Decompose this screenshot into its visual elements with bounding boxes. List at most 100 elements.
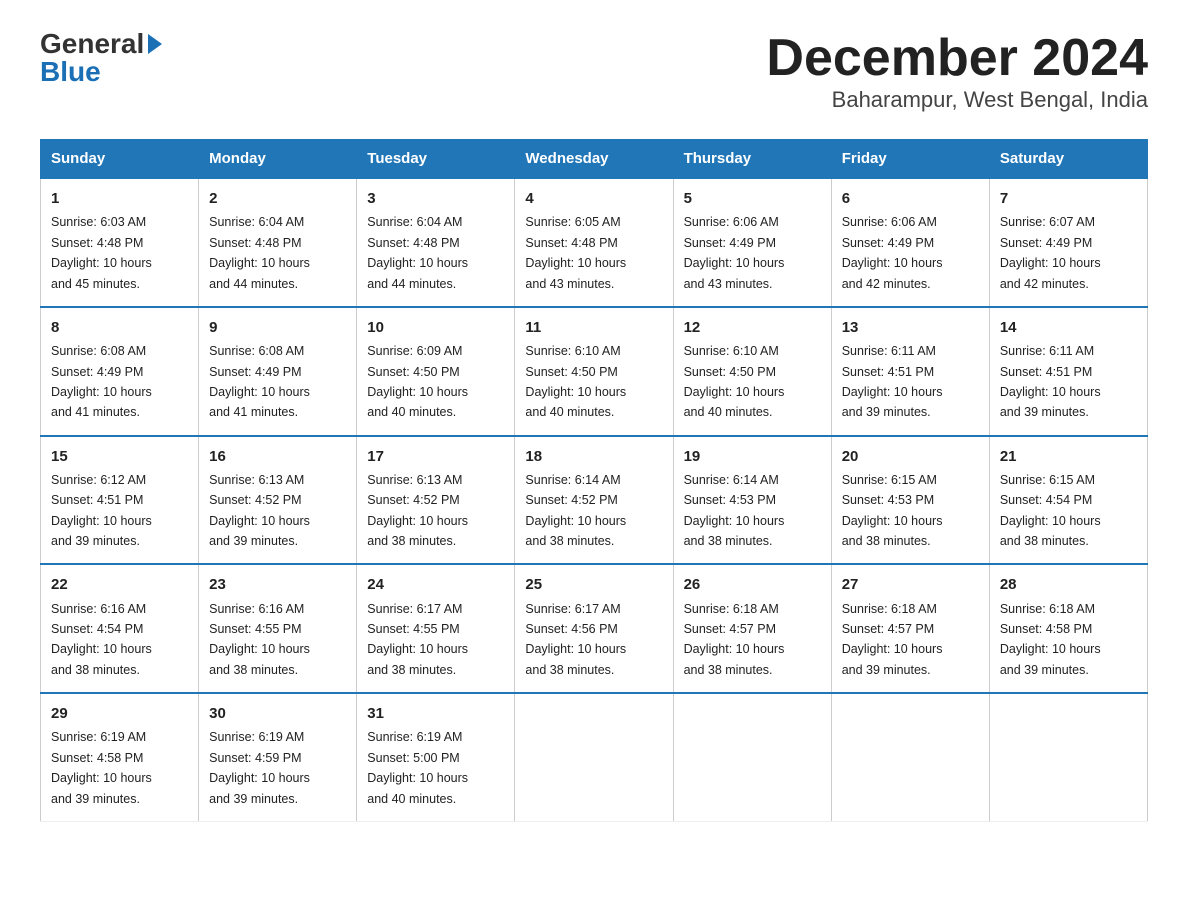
calendar-cell: 19 Sunrise: 6:14 AM Sunset: 4:53 PM Dayli… — [673, 436, 831, 565]
calendar-cell: 17 Sunrise: 6:13 AM Sunset: 4:52 PM Dayli… — [357, 436, 515, 565]
logo: General Blue — [40, 30, 162, 86]
calendar-cell: 16Sunrise: 6:13 AM Sunset: 4:52 PM Dayli… — [199, 436, 357, 565]
day-info: Sunrise: 6:12 AM Sunset: 4:51 PM Dayligh… — [51, 473, 152, 548]
day-number: 24 — [367, 573, 504, 596]
calendar-cell: 27 Sunrise: 6:18 AM Sunset: 4:57 PM Dayli… — [831, 564, 989, 693]
calendar-cell: 24 Sunrise: 6:17 AM Sunset: 4:55 PM Dayli… — [357, 564, 515, 693]
day-info: Sunrise: 6:17 AM Sunset: 4:56 PM Dayligh… — [525, 602, 626, 677]
day-number: 4 — [525, 187, 662, 210]
column-header-wednesday: Wednesday — [515, 140, 673, 179]
day-info: Sunrise: 6:16 AM Sunset: 4:54 PM Dayligh… — [51, 602, 152, 677]
day-number: 13 — [842, 316, 979, 339]
day-info: Sunrise: 6:04 AM Sunset: 4:48 PM Dayligh… — [367, 215, 468, 290]
calendar-cell — [515, 693, 673, 821]
calendar-cell — [989, 693, 1147, 821]
day-number: 30 — [209, 702, 346, 725]
day-info: Sunrise: 6:06 AM Sunset: 4:49 PM Dayligh… — [684, 215, 785, 290]
day-number: 15 — [51, 445, 188, 468]
day-info: Sunrise: 6:08 AM Sunset: 4:49 PM Dayligh… — [209, 344, 310, 419]
day-number: 9 — [209, 316, 346, 339]
day-info: Sunrise: 6:14 AM Sunset: 4:53 PM Dayligh… — [684, 473, 785, 548]
calendar-cell: 23 Sunrise: 6:16 AM Sunset: 4:55 PM Dayli… — [199, 564, 357, 693]
calendar-header-row: SundayMondayTuesdayWednesdayThursdayFrid… — [41, 140, 1148, 179]
day-info: Sunrise: 6:18 AM Sunset: 4:57 PM Dayligh… — [842, 602, 943, 677]
day-info: Sunrise: 6:19 AM Sunset: 5:00 PM Dayligh… — [367, 730, 468, 805]
day-number: 21 — [1000, 445, 1137, 468]
calendar-cell: 20Sunrise: 6:15 AM Sunset: 4:53 PM Dayli… — [831, 436, 989, 565]
day-info: Sunrise: 6:09 AM Sunset: 4:50 PM Dayligh… — [367, 344, 468, 419]
calendar-cell: 10 Sunrise: 6:09 AM Sunset: 4:50 PM Dayli… — [357, 307, 515, 436]
day-info: Sunrise: 6:16 AM Sunset: 4:55 PM Dayligh… — [209, 602, 310, 677]
calendar-cell: 25 Sunrise: 6:17 AM Sunset: 4:56 PM Dayli… — [515, 564, 673, 693]
calendar-week-row: 15 Sunrise: 6:12 AM Sunset: 4:51 PM Dayli… — [41, 436, 1148, 565]
title-block: December 2024 Baharampur, West Bengal, I… — [766, 30, 1148, 129]
day-info: Sunrise: 6:14 AM Sunset: 4:52 PM Dayligh… — [525, 473, 626, 548]
day-info: Sunrise: 6:03 AM Sunset: 4:48 PM Dayligh… — [51, 215, 152, 290]
calendar-cell: 7 Sunrise: 6:07 AM Sunset: 4:49 PM Daylig… — [989, 178, 1147, 307]
calendar-cell: 2 Sunrise: 6:04 AM Sunset: 4:48 PM Daylig… — [199, 178, 357, 307]
day-number: 6 — [842, 187, 979, 210]
day-info: Sunrise: 6:10 AM Sunset: 4:50 PM Dayligh… — [684, 344, 785, 419]
day-number: 14 — [1000, 316, 1137, 339]
day-info: Sunrise: 6:04 AM Sunset: 4:48 PM Dayligh… — [209, 215, 310, 290]
day-number: 7 — [1000, 187, 1137, 210]
calendar-cell: 12 Sunrise: 6:10 AM Sunset: 4:50 PM Dayli… — [673, 307, 831, 436]
day-number: 18 — [525, 445, 662, 468]
logo-blue-text: Blue — [40, 58, 101, 86]
day-number: 23 — [209, 573, 346, 596]
day-number: 10 — [367, 316, 504, 339]
calendar-cell: 4 Sunrise: 6:05 AM Sunset: 4:48 PM Daylig… — [515, 178, 673, 307]
calendar-cell: 31Sunrise: 6:19 AM Sunset: 5:00 PM Dayli… — [357, 693, 515, 821]
logo-general-text: General — [40, 30, 144, 58]
day-info: Sunrise: 6:11 AM Sunset: 4:51 PM Dayligh… — [842, 344, 943, 419]
calendar-cell: 22 Sunrise: 6:16 AM Sunset: 4:54 PM Dayli… — [41, 564, 199, 693]
day-number: 26 — [684, 573, 821, 596]
day-number: 12 — [684, 316, 821, 339]
calendar-cell: 6 Sunrise: 6:06 AM Sunset: 4:49 PM Daylig… — [831, 178, 989, 307]
day-info: Sunrise: 6:08 AM Sunset: 4:49 PM Dayligh… — [51, 344, 152, 419]
calendar-cell: 8 Sunrise: 6:08 AM Sunset: 4:49 PM Daylig… — [41, 307, 199, 436]
day-info: Sunrise: 6:06 AM Sunset: 4:49 PM Dayligh… — [842, 215, 943, 290]
calendar-cell: 1 Sunrise: 6:03 AM Sunset: 4:48 PM Daylig… — [41, 178, 199, 307]
location-title: Baharampur, West Bengal, India — [766, 87, 1148, 113]
day-number: 19 — [684, 445, 821, 468]
logo-triangle-icon — [148, 34, 162, 54]
day-number: 27 — [842, 573, 979, 596]
calendar-week-row: 22 Sunrise: 6:16 AM Sunset: 4:54 PM Dayli… — [41, 564, 1148, 693]
calendar-cell: 13 Sunrise: 6:11 AM Sunset: 4:51 PM Dayli… — [831, 307, 989, 436]
calendar-table: SundayMondayTuesdayWednesdayThursdayFrid… — [40, 139, 1148, 822]
calendar-cell: 18 Sunrise: 6:14 AM Sunset: 4:52 PM Dayli… — [515, 436, 673, 565]
day-info: Sunrise: 6:17 AM Sunset: 4:55 PM Dayligh… — [367, 602, 468, 677]
column-header-monday: Monday — [199, 140, 357, 179]
calendar-week-row: 29 Sunrise: 6:19 AM Sunset: 4:58 PM Dayli… — [41, 693, 1148, 821]
calendar-cell: 15 Sunrise: 6:12 AM Sunset: 4:51 PM Dayli… — [41, 436, 199, 565]
calendar-cell — [673, 693, 831, 821]
day-number: 2 — [209, 187, 346, 210]
day-info: Sunrise: 6:11 AM Sunset: 4:51 PM Dayligh… — [1000, 344, 1101, 419]
calendar-cell — [831, 693, 989, 821]
day-number: 17 — [367, 445, 504, 468]
day-number: 3 — [367, 187, 504, 210]
day-number: 8 — [51, 316, 188, 339]
calendar-cell: 30Sunrise: 6:19 AM Sunset: 4:59 PM Dayli… — [199, 693, 357, 821]
calendar-cell: 3 Sunrise: 6:04 AM Sunset: 4:48 PM Daylig… — [357, 178, 515, 307]
day-number: 22 — [51, 573, 188, 596]
calendar-cell: 21Sunrise: 6:15 AM Sunset: 4:54 PM Dayli… — [989, 436, 1147, 565]
calendar-week-row: 1 Sunrise: 6:03 AM Sunset: 4:48 PM Daylig… — [41, 178, 1148, 307]
day-info: Sunrise: 6:13 AM Sunset: 4:52 PM Dayligh… — [367, 473, 468, 548]
day-number: 1 — [51, 187, 188, 210]
day-number: 28 — [1000, 573, 1137, 596]
column-header-friday: Friday — [831, 140, 989, 179]
day-info: Sunrise: 6:10 AM Sunset: 4:50 PM Dayligh… — [525, 344, 626, 419]
page-header: General Blue December 2024 Baharampur, W… — [40, 30, 1148, 129]
column-header-saturday: Saturday — [989, 140, 1147, 179]
calendar-cell: 11Sunrise: 6:10 AM Sunset: 4:50 PM Dayli… — [515, 307, 673, 436]
day-number: 25 — [525, 573, 662, 596]
day-info: Sunrise: 6:05 AM Sunset: 4:48 PM Dayligh… — [525, 215, 626, 290]
calendar-cell: 14 Sunrise: 6:11 AM Sunset: 4:51 PM Dayli… — [989, 307, 1147, 436]
day-info: Sunrise: 6:07 AM Sunset: 4:49 PM Dayligh… — [1000, 215, 1101, 290]
day-info: Sunrise: 6:19 AM Sunset: 4:58 PM Dayligh… — [51, 730, 152, 805]
day-info: Sunrise: 6:18 AM Sunset: 4:57 PM Dayligh… — [684, 602, 785, 677]
day-number: 29 — [51, 702, 188, 725]
day-info: Sunrise: 6:13 AM Sunset: 4:52 PM Dayligh… — [209, 473, 310, 548]
